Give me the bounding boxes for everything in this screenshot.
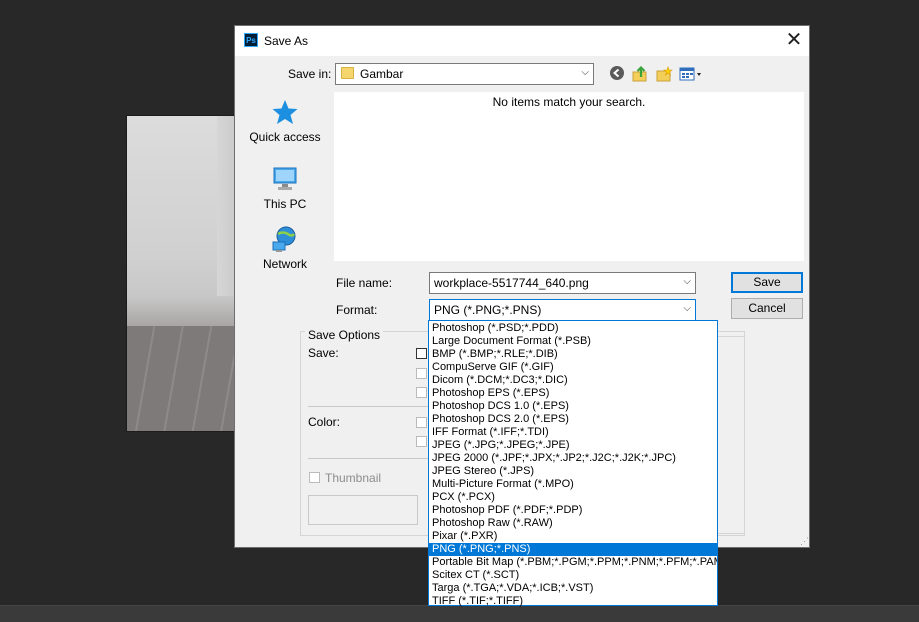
dialog-title: Save As [264,34,309,48]
file-name-input[interactable]: workplace-5517744_640.png ⌵ [429,272,696,294]
save-option-checkbox[interactable] [416,368,427,379]
format-option[interactable]: Pixar (*.PXR) [429,530,717,543]
background-photo [126,115,238,432]
format-option[interactable]: Dicom (*.DCM;*.DC3;*.DIC) [429,374,717,387]
divider [308,458,436,459]
format-option[interactable]: Photoshop EPS (*.EPS) [429,387,717,400]
save-in-combo[interactable]: Gambar ⌵ [335,63,594,85]
file-name-label: File name: [336,276,393,290]
format-option[interactable]: JPEG Stereo (*.JPS) [429,465,717,478]
warning-box [308,495,418,525]
chevron-down-icon: ⌵ [683,303,691,314]
network-icon [270,225,300,253]
format-option[interactable]: Photoshop (*.PSD;*.PDD) [429,322,717,335]
thumbnail-label: Thumbnail [325,471,382,485]
chevron-down-icon: ⌵ [581,67,589,78]
format-option[interactable]: IFF Format (*.IFF;*.TDI) [429,426,717,439]
format-option[interactable]: Photoshop Raw (*.RAW) [429,517,717,530]
color-option-checkbox[interactable] [416,436,427,447]
format-option[interactable]: PCX (*.PCX) [429,491,717,504]
color-option-checkbox[interactable] [416,417,427,428]
format-option[interactable]: Targa (*.TGA;*.VDA;*.ICB;*.VST) [429,582,717,595]
folder-icon [341,67,354,79]
divider [308,406,436,407]
file-list[interactable]: No items match your search. [334,92,804,261]
place-label: Quick access [249,130,321,144]
format-option[interactable]: Photoshop PDF (*.PDF;*.PDP) [429,504,717,517]
place-label: This PC [263,197,307,211]
save-in-value: Gambar [360,67,404,81]
chevron-down-icon: ⌵ [683,276,691,287]
save-label: Save: [308,346,339,360]
color-label: Color: [308,415,341,429]
format-option[interactable]: JPEG 2000 (*.JPF;*.JPX;*.JP2;*.J2C;*.J2K… [429,452,717,465]
close-icon[interactable]: ✕ [783,30,805,52]
place-quick-access[interactable]: Quick access [240,98,330,144]
places-bar: Quick access This PC Network [240,88,330,288]
format-option[interactable]: Photoshop DCS 1.0 (*.EPS) [429,400,717,413]
format-option[interactable]: PNG (*.PNG;*.PNS) [429,543,717,556]
save-option-checkbox[interactable] [416,387,427,398]
computer-icon [270,165,300,193]
resize-grip-icon[interactable]: ⋰ [800,536,809,547]
star-icon [270,98,300,126]
format-label: Format: [336,303,378,317]
title-bar: Ps Save As ✕ [235,26,809,56]
format-option[interactable]: Portable Bit Map (*.PBM;*.PGM;*.PPM;*.PN… [429,556,717,569]
photoshop-icon: Ps [244,33,258,47]
place-network[interactable]: Network [240,225,330,271]
view-menu-icon[interactable] [679,65,705,83]
save-options-title: Save Options [305,328,384,342]
format-dropdown-list[interactable]: Photoshop (*.PSD;*.PDD) Large Document Fo… [428,320,718,608]
format-value: PNG (*.PNG;*.PNS) [434,303,542,317]
format-option[interactable]: Photoshop DCS 2.0 (*.EPS) [429,413,717,426]
format-option[interactable]: Multi-Picture Format (*.MPO) [429,478,717,491]
place-this-pc[interactable]: This PC [240,165,330,211]
format-option[interactable]: JPEG (*.JPG;*.JPEG;*.JPE) [429,439,717,452]
new-folder-icon[interactable] [655,65,673,83]
up-folder-icon[interactable] [631,65,649,83]
empty-message: No items match your search. [492,95,646,109]
format-option[interactable]: BMP (*.BMP;*.RLE;*.DIB) [429,348,717,361]
format-option[interactable]: Large Document Format (*.PSB) [429,335,717,348]
thumbnail-checkbox[interactable] [309,472,320,483]
save-in-label: Save in: [288,67,332,81]
format-option[interactable]: Scitex CT (*.SCT) [429,569,717,582]
format-select[interactable]: PNG (*.PNG;*.PNS) ⌵ [429,299,696,321]
format-option[interactable]: TIFF (*.TIF;*.TIFF) [429,595,717,608]
place-label: Network [262,257,307,271]
format-option[interactable]: CompuServe GIF (*.GIF) [429,361,717,374]
file-name-value: workplace-5517744_640.png [434,276,589,290]
save-button[interactable]: Save [731,272,803,293]
cancel-button[interactable]: Cancel [731,298,803,319]
save-option-checkbox[interactable] [416,348,427,359]
back-icon[interactable] [608,65,626,83]
